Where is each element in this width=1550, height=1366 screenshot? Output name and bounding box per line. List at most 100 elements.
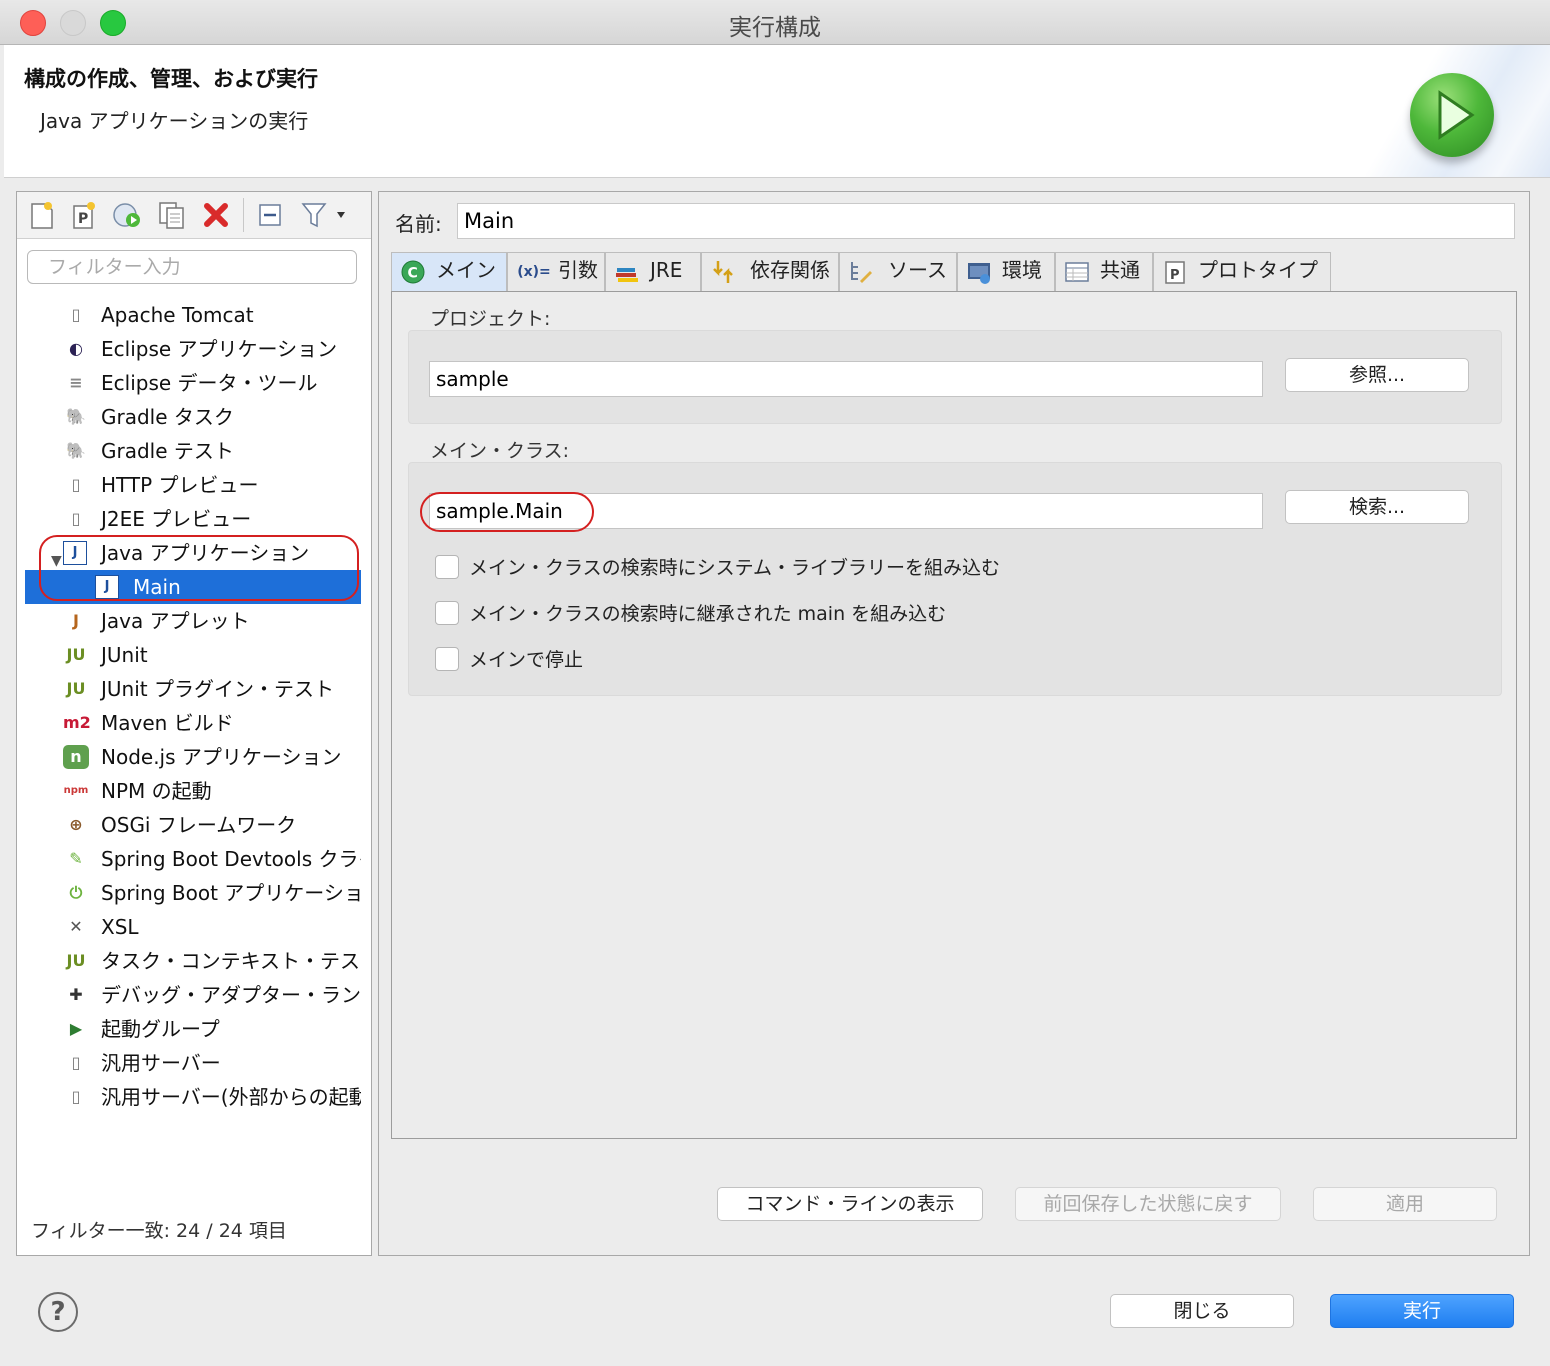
config-list-panel: P ▯ Apache Tomcat ◐ Eclipse アプリケーション ≡ Eclips…	[16, 191, 372, 1256]
export-icon[interactable]	[111, 200, 141, 230]
tab-main[interactable]: C メイン	[391, 252, 507, 292]
xsl-icon: ✕	[69, 917, 83, 936]
tree-item[interactable]: ▯ 汎用サーバー(外部からの起動)	[25, 1080, 361, 1114]
tree-item[interactable]: 🐘 Gradle タスク	[25, 400, 361, 434]
include-system-libraries-checkbox[interactable]	[435, 555, 459, 579]
junit-icon: JU	[66, 645, 86, 664]
tree-item[interactable]: ◐ Eclipse アプリケーション	[25, 332, 361, 366]
tree-item[interactable]: ▯ 汎用サーバー	[25, 1046, 361, 1080]
tab-prototype[interactable]: P プロトタイプ	[1153, 252, 1331, 292]
run-icon	[1410, 73, 1494, 157]
environment-icon	[966, 259, 992, 285]
osgi-icon: ⊕	[69, 815, 83, 834]
server-icon: ▯	[71, 509, 81, 528]
gradle-test-icon: 🐘	[66, 441, 86, 460]
filter-match-count: フィルター一致: 24 / 24 項目	[31, 1220, 287, 1242]
checkbox-label: メインで停止	[469, 649, 584, 671]
duplicate-icon[interactable]	[157, 200, 187, 230]
launch-group-icon: ▶	[69, 1019, 83, 1038]
tab-jre[interactable]: JRE	[605, 252, 701, 292]
project-field[interactable]	[429, 361, 1263, 397]
tab-label: プロトタイプ	[1198, 258, 1318, 282]
tab-environment[interactable]: 環境	[957, 252, 1055, 292]
tree-item-label: HTTP プレビュー	[101, 473, 259, 497]
tree-item[interactable]: J Java アプレット	[25, 604, 361, 638]
tab-label: 依存関係	[750, 258, 830, 282]
header-title: 構成の作成、管理、および実行	[24, 67, 318, 91]
tree-item[interactable]: ▯ J2EE プレビュー	[25, 502, 361, 536]
tree-item[interactable]: ✕ XSL	[25, 910, 361, 944]
junit-plugin-icon: JU	[66, 679, 86, 698]
tab-dependencies[interactable]: 依存関係	[701, 252, 839, 292]
tab-arguments[interactable]: (x)= 引数	[507, 252, 605, 292]
run-button[interactable]: 実行	[1330, 1294, 1514, 1328]
tree-item[interactable]: n Node.js アプリケーション	[25, 740, 361, 774]
stop-in-main-checkbox[interactable]	[435, 647, 459, 671]
tree-item[interactable]: JU タスク・コンテキスト・テスト	[25, 944, 361, 978]
tree-item[interactable]: m2 Maven ビルド	[25, 706, 361, 740]
search-button[interactable]: 検索...	[1285, 490, 1469, 524]
filter-input[interactable]	[27, 250, 357, 284]
delete-icon[interactable]	[201, 200, 231, 230]
checkbox-label: メイン・クラスの検索時に継承された main を組み込む	[469, 603, 947, 625]
tree-item-label: Gradle タスク	[101, 405, 234, 429]
tree-item-label: OSGi フレームワーク	[101, 813, 297, 837]
tree-item-label: JUnit	[101, 643, 148, 667]
tree-item-label: 汎用サーバー	[101, 1051, 221, 1075]
project-group: 参照...	[408, 330, 1502, 424]
jre-icon	[614, 259, 640, 285]
tree-item[interactable]: ▯ Apache Tomcat	[25, 298, 361, 332]
window-title: 実行構成	[729, 15, 821, 41]
tree-item-label: Maven ビルド	[101, 711, 234, 735]
tree-item-label: NPM の起動	[101, 779, 212, 803]
tree-item-label: Spring Boot Devtools クライ	[101, 847, 361, 871]
tab-common[interactable]: 共通	[1055, 252, 1153, 292]
tree-item[interactable]: JU JUnit プラグイン・テスト	[25, 672, 361, 706]
database-icon: ≡	[69, 373, 83, 392]
tab-source[interactable]: ソース	[839, 252, 957, 292]
tree-item-label: Apache Tomcat	[101, 303, 254, 327]
main-class-field[interactable]	[429, 493, 1263, 529]
nodejs-icon: n	[63, 745, 89, 769]
help-icon[interactable]: ?	[38, 1292, 78, 1332]
tree-item[interactable]: ✚ デバッグ・アダプター・ランチャー	[25, 978, 361, 1012]
include-inherited-mains-checkbox[interactable]	[435, 601, 459, 625]
tree-item[interactable]: ▼ J Java アプリケーション	[25, 536, 361, 570]
tab-label: メイン	[436, 258, 496, 282]
tree-item[interactable]: ≡ Eclipse データ・ツール	[25, 366, 361, 400]
checkbox-label: メイン・クラスの検索時にシステム・ライブラリーを組み込む	[469, 557, 1001, 579]
gradle-icon: 🐘	[66, 407, 86, 426]
config-toolbar: P	[17, 192, 371, 239]
tree-item[interactable]: 🐘 Gradle テスト	[25, 434, 361, 468]
source-icon	[848, 259, 874, 285]
tree-item[interactable]: ✎ Spring Boot Devtools クライ	[25, 842, 361, 876]
eclipse-icon: ◐	[69, 339, 83, 358]
header-subtitle: Java アプリケーションの実行	[40, 109, 309, 133]
tree-item[interactable]: JU JUnit	[25, 638, 361, 672]
tree-item-label: J2EE プレビュー	[101, 507, 252, 531]
browse-button[interactable]: 参照...	[1285, 358, 1469, 392]
tab-label: 引数	[558, 258, 598, 282]
new-prototype-icon[interactable]: P	[69, 200, 99, 230]
main-tab-content: プロジェクト: 参照... メイン・クラス: 検索... メイン・クラスの検索時…	[391, 291, 1517, 1139]
collapse-all-icon[interactable]	[255, 200, 285, 230]
tab-label: 共通	[1100, 258, 1140, 282]
tree-item[interactable]: ⏻ Spring Boot アプリケーション	[25, 876, 361, 910]
revert-button[interactable]: 前回保存した状態に戻す	[1015, 1187, 1281, 1221]
tree-item-child[interactable]: J Main	[25, 570, 361, 604]
tree-item[interactable]: ⊕ OSGi フレームワーク	[25, 808, 361, 842]
tree-item[interactable]: npm NPM の起動	[25, 774, 361, 808]
name-field[interactable]	[457, 203, 1515, 239]
tree-item[interactable]: ▶ 起動グループ	[25, 1012, 361, 1046]
show-command-line-button[interactable]: コマンド・ラインの表示	[717, 1187, 983, 1221]
new-config-icon[interactable]	[27, 200, 57, 230]
close-button[interactable]: 閉じる	[1110, 1294, 1294, 1328]
expand-arrow-icon[interactable]: ▼	[51, 544, 62, 570]
tree-item[interactable]: ▯ HTTP プレビュー	[25, 468, 361, 502]
filter-icon[interactable]	[299, 200, 349, 230]
server-icon: ▯	[71, 475, 81, 494]
apply-button[interactable]: 適用	[1313, 1187, 1497, 1221]
svg-text:P: P	[1170, 268, 1180, 283]
tree-item-label: タスク・コンテキスト・テスト	[101, 949, 361, 973]
tree-item-label: デバッグ・アダプター・ランチャー	[101, 983, 361, 1007]
